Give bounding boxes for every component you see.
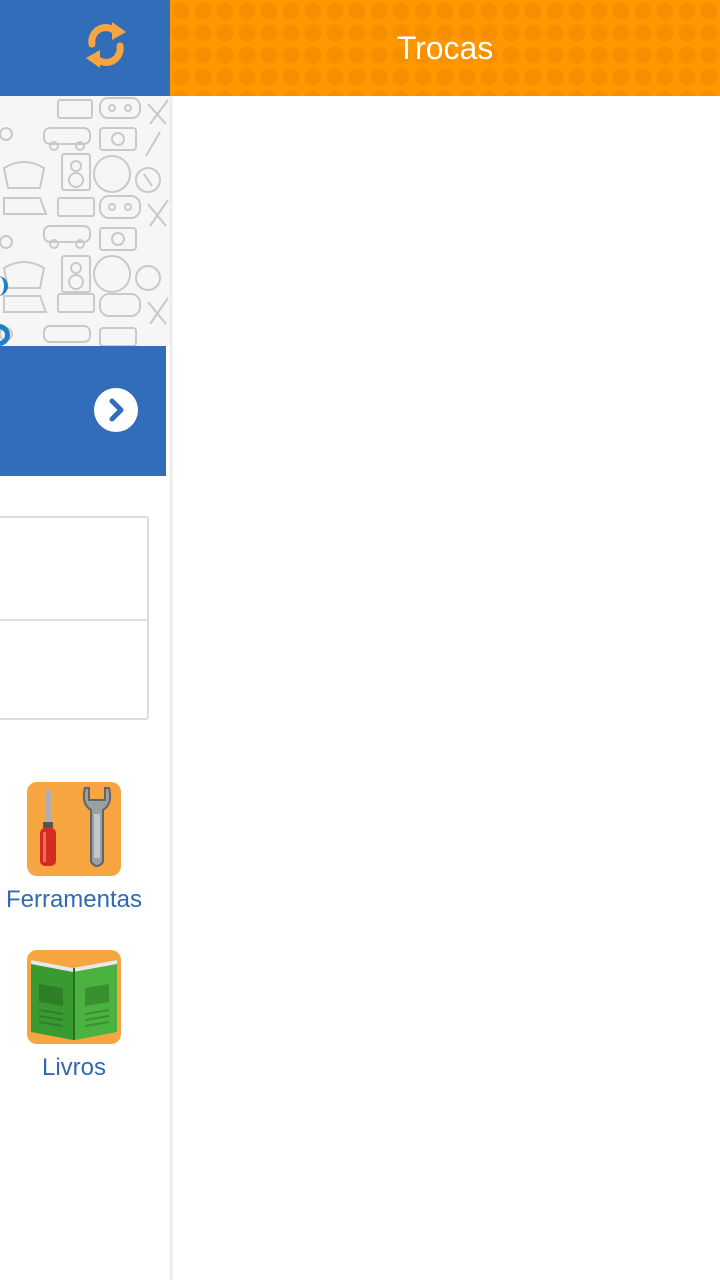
doodle-pattern	[0, 97, 169, 346]
book-icon	[27, 950, 121, 1044]
drawer-shadow	[170, 96, 174, 1280]
app-header: Trocas	[170, 0, 720, 96]
chevron-right-icon	[109, 398, 124, 422]
category-ferramentas[interactable]: Ferramentas	[0, 782, 148, 914]
username-field[interactable]	[0, 518, 147, 618]
navigation-drawer: Ferramentas Livros	[0, 0, 170, 1280]
refresh-button[interactable]	[78, 14, 134, 76]
drawer-top-bar	[0, 0, 170, 96]
login-form	[0, 516, 149, 720]
category-label: Ferramentas	[5, 886, 143, 913]
page-title: Trocas	[396, 30, 494, 66]
refresh-icon	[86, 22, 126, 68]
tools-icon	[27, 782, 121, 876]
category-livros[interactable]: Livros	[0, 950, 148, 1082]
drawer-banner-pattern	[0, 96, 170, 346]
password-field[interactable]	[0, 620, 147, 720]
chevron-right-button[interactable]	[94, 388, 138, 432]
login-bar[interactable]	[0, 346, 166, 476]
category-label: Livros	[41, 1054, 107, 1081]
